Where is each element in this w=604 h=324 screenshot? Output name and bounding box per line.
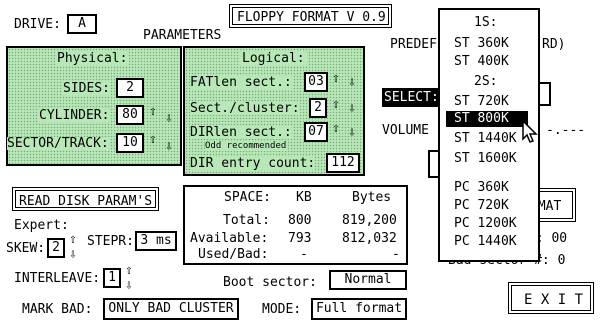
- interleave-up-arrow-icon[interactable]: ⇧: [125, 264, 133, 277]
- predef-tail: RD): [542, 37, 566, 52]
- dir-entry-label: DIR entry count:: [190, 156, 316, 171]
- available-kb: 793: [288, 231, 312, 246]
- fatlen-label: FATlen sect.:: [190, 75, 292, 90]
- menu-item-st400k[interactable]: ST 400K: [440, 54, 538, 70]
- kb-header: KB: [296, 190, 312, 205]
- volume-field[interactable]: -.---: [546, 124, 585, 137]
- boot-sector-field[interactable]: Normal: [329, 270, 407, 290]
- mode-label: MODE:: [262, 302, 302, 317]
- menu-item-st1600k[interactable]: ST 1600K: [440, 151, 538, 167]
- spc-up-arrow-icon[interactable]: ⇧: [332, 98, 340, 111]
- stepr-field[interactable]: 3 ms: [135, 231, 177, 251]
- menu-item-st360k[interactable]: ST 360K: [440, 36, 538, 52]
- physical-title: Physical:: [55, 51, 130, 66]
- menu-item-st720k[interactable]: ST 720K: [440, 94, 538, 110]
- app-title: FLOPPY FORMAT V 0.9: [237, 10, 386, 25]
- sides-field[interactable]: 2: [116, 78, 144, 98]
- menu-item-pc1440k[interactable]: PC 1440K: [440, 234, 538, 250]
- dirlen-label: DIRlen sect.:: [190, 125, 292, 140]
- sect-cluster-field[interactable]: 2: [309, 98, 327, 118]
- sector-track-field[interactable]: 10: [116, 133, 144, 153]
- skew-up-arrow-icon[interactable]: ⇧: [69, 233, 77, 246]
- sector-track-label: SECTOR/TRACK:: [7, 136, 109, 151]
- sector-up-arrow-icon[interactable]: ⇧: [149, 133, 157, 146]
- cylinder-up-arrow-icon[interactable]: ⇧: [149, 105, 157, 118]
- stepr-label: STEPR:: [87, 234, 134, 249]
- skew-label: SKEW:: [6, 241, 46, 256]
- mouse-cursor-icon: [522, 120, 538, 143]
- bytes-header: Bytes: [352, 190, 392, 205]
- odd-recommended-note: Odd recommended: [205, 141, 287, 151]
- dirlen-field[interactable]: 07: [304, 122, 328, 142]
- total-label: Total:: [223, 213, 270, 228]
- fatlen-up-arrow-icon[interactable]: ⇧: [332, 72, 340, 85]
- volume-label: VOLUME: [382, 123, 429, 138]
- total-bytes: 819,200: [342, 213, 397, 228]
- drive-field[interactable]: A: [67, 14, 97, 34]
- drive-label: DRIVE:: [14, 17, 61, 32]
- skew-down-arrow-icon[interactable]: ⇩: [69, 248, 77, 261]
- space-header: SPACE:: [224, 190, 271, 205]
- boot-sector-label: Boot sector:: [223, 275, 317, 290]
- dirlen-up-arrow-icon[interactable]: ⇧: [332, 122, 340, 135]
- usedbad-label: Used/Bad:: [198, 247, 269, 262]
- menu-item-pc1200k[interactable]: PC 1200K: [440, 216, 538, 232]
- sides-label: SIDES:: [63, 81, 110, 96]
- cylinder-down-arrow-icon[interactable]: ⇩: [165, 112, 173, 125]
- dir-entry-field[interactable]: 112: [326, 153, 360, 173]
- fatlen-down-arrow-icon[interactable]: ⇩: [348, 76, 356, 89]
- sect-cluster-label: Sect./cluster:: [190, 101, 300, 116]
- sector-down-arrow-icon[interactable]: ⇩: [165, 140, 173, 153]
- usedbad-kb: -: [300, 247, 308, 262]
- mark-bad-field[interactable]: ONLY BAD CLUSTER: [103, 298, 239, 320]
- available-bytes: 812,032: [342, 231, 397, 246]
- exit-button[interactable]: E X I T: [508, 282, 594, 314]
- dirlen-down-arrow-icon[interactable]: ⇩: [348, 126, 356, 139]
- cylinder-label: CYLINDER:: [39, 108, 110, 123]
- total-kb: 800: [288, 213, 312, 228]
- fatlen-field[interactable]: 03: [304, 72, 328, 92]
- app-title-box: FLOPPY FORMAT V 0.9: [229, 4, 392, 28]
- menu-header-2s: 2S:: [474, 74, 498, 89]
- menu-item-pc360k[interactable]: PC 360K: [440, 180, 538, 196]
- skew-field[interactable]: 2: [47, 238, 65, 258]
- mark-bad-label: MARK BAD:: [22, 302, 93, 317]
- available-label: Available:: [190, 231, 269, 246]
- cylinder-field[interactable]: 80: [116, 105, 144, 125]
- interleave-field[interactable]: 1: [103, 268, 121, 288]
- spc-down-arrow-icon[interactable]: ⇩: [348, 102, 356, 115]
- menu-header-1s: 1S:: [474, 15, 498, 30]
- menu-item-pc720k[interactable]: PC 720K: [440, 198, 538, 214]
- usedbad-bytes: -: [392, 247, 400, 262]
- predef-label: PREDEF: [390, 37, 437, 52]
- logical-title: Logical:: [240, 51, 307, 66]
- menu-item-st800k[interactable]: ST 800K: [446, 111, 528, 127]
- select-label[interactable]: SELECT:: [382, 88, 441, 107]
- interleave-label: INTERLEAVE:: [14, 271, 101, 286]
- expert-label: Expert:: [14, 218, 69, 233]
- parameters-label: PARAMETERS: [143, 28, 222, 43]
- read-disk-params-button[interactable]: READ DISK PARAM'S: [12, 187, 159, 211]
- mode-field[interactable]: Full format: [311, 298, 407, 320]
- interleave-down-arrow-icon[interactable]: ⇩: [125, 279, 133, 292]
